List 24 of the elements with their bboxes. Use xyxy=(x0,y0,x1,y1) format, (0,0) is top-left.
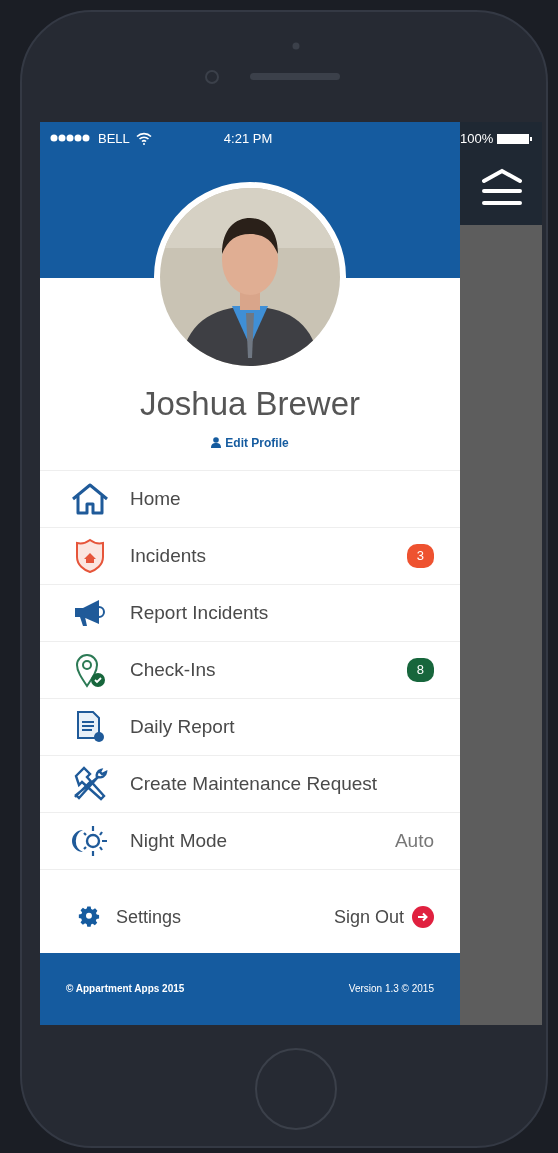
shield-icon xyxy=(75,537,105,574)
battery-percent: 100% xyxy=(460,129,494,148)
clock-time: 4:21 PM xyxy=(223,129,273,148)
menu-icon[interactable] xyxy=(480,167,524,207)
signal-icon xyxy=(50,134,92,143)
battery-icon xyxy=(497,133,534,144)
setting-value: Auto xyxy=(394,828,434,853)
person-icon xyxy=(211,436,222,448)
count-badge: 3 xyxy=(406,544,434,568)
count-badge: 8 xyxy=(406,658,434,682)
home-icon xyxy=(70,481,110,516)
megaphone-icon xyxy=(72,597,108,628)
version-text: Version 1.3 © 2015 xyxy=(348,982,434,997)
document-icon xyxy=(75,709,105,744)
copyright-text: © Appartment Apps 2015 xyxy=(66,982,185,997)
arrow-circle-icon xyxy=(412,906,434,929)
map-pin-icon xyxy=(74,651,106,688)
profile-name: Joshua Brewer xyxy=(138,385,362,422)
settings-button[interactable]: Settings xyxy=(78,903,182,931)
sign-out-button[interactable]: Sign Out xyxy=(333,903,434,931)
edit-profile-link[interactable]: Edit Profile xyxy=(211,435,289,450)
carrier-name: BELL xyxy=(98,129,130,148)
wifi-icon xyxy=(135,131,152,145)
gear-icon xyxy=(78,906,100,929)
